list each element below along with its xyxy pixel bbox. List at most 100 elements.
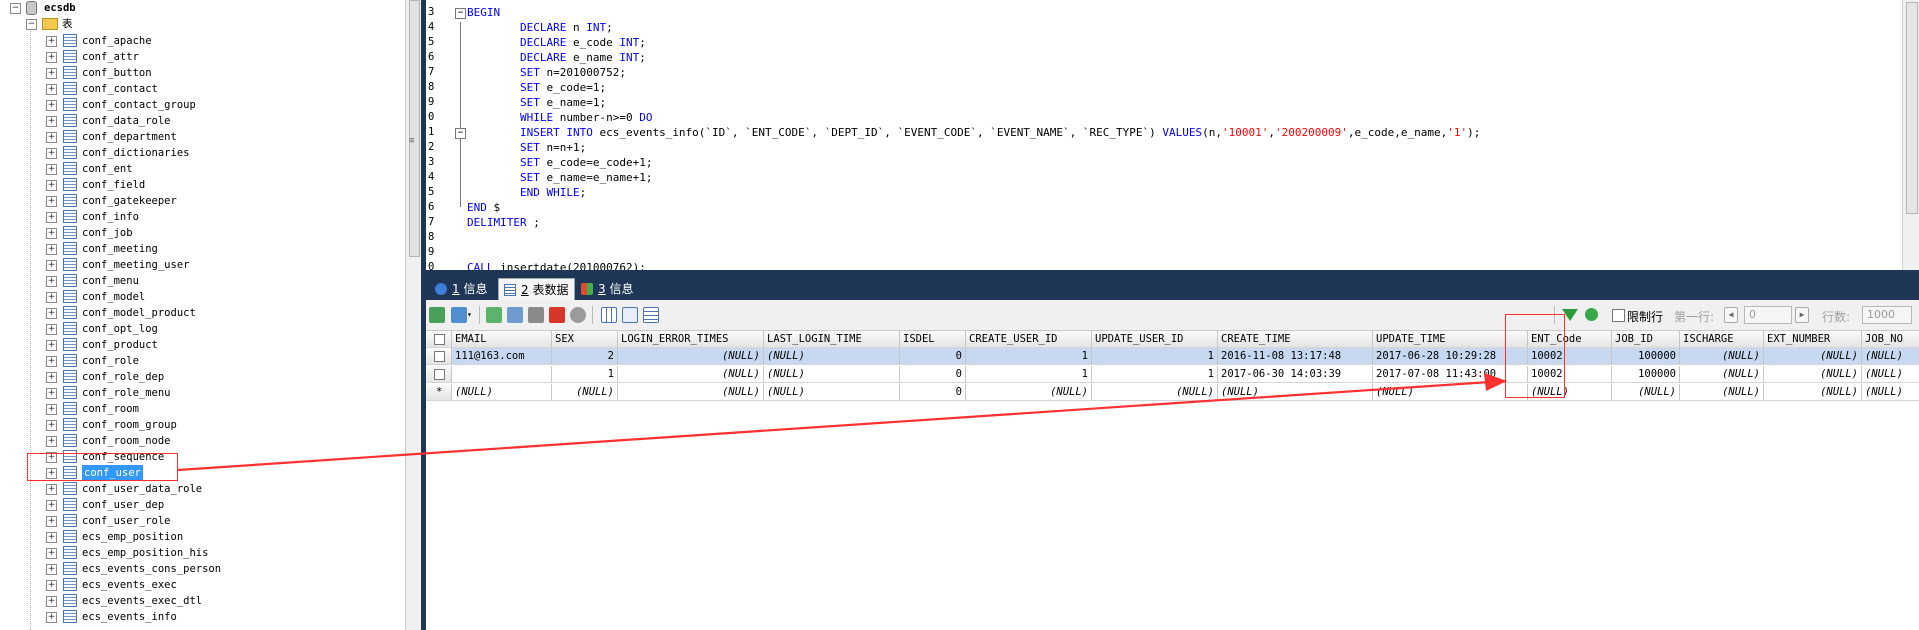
grid-cell[interactable]: 100000 — [1612, 366, 1680, 383]
tree-table-item[interactable]: + conf_room_node — [46, 433, 346, 449]
column-header[interactable]: EMAIL — [452, 331, 552, 348]
expand-icon[interactable]: + — [46, 100, 57, 111]
expand-icon[interactable]: + — [46, 292, 57, 303]
tree-table-item[interactable]: + conf_user_data_role — [46, 481, 346, 497]
grid-cell[interactable]: 1 — [1092, 348, 1218, 365]
code-line[interactable]: SET e_code=1; — [467, 80, 606, 95]
tree-table-item[interactable]: + conf_room_group — [46, 417, 346, 433]
code-line[interactable]: SET n=n+1; — [467, 140, 586, 155]
tree-table-item[interactable]: + conf_gatekeeper — [46, 193, 346, 209]
grid-cell[interactable]: 2016-11-08 13:17:48 — [1218, 348, 1373, 365]
grid-cell[interactable]: (NULL) — [1092, 384, 1218, 401]
column-header[interactable]: ISDEL — [900, 331, 966, 348]
code-line[interactable]: INSERT INTO ecs_events_info(`ID`, `ENT_C… — [467, 125, 1480, 140]
tree-table-item[interactable]: + conf_role — [46, 353, 346, 369]
tree-table-item[interactable]: + conf_model_product — [46, 305, 346, 321]
column-header[interactable]: CREATE_TIME — [1218, 331, 1373, 348]
code-line[interactable]: END WHILE; — [467, 185, 586, 200]
grid-cell[interactable]: (NULL) — [1680, 366, 1764, 383]
expand-icon[interactable]: + — [46, 564, 57, 575]
tree-table-item[interactable]: + conf_product — [46, 337, 346, 353]
grid-cell[interactable]: (NULL) — [1680, 384, 1764, 401]
expand-icon[interactable]: + — [46, 84, 57, 95]
tree-node-tables-folder[interactable]: − 表 — [26, 16, 326, 32]
grid-cell[interactable]: (NULL) — [618, 366, 764, 383]
grid-cell[interactable]: (NULL) — [764, 366, 900, 383]
sql-editor[interactable]: 345678901234567890 BEGIN DECLARE n INT; … — [426, 0, 1902, 270]
expand-icon[interactable]: + — [46, 276, 57, 287]
tree-table-item[interactable]: + conf_opt_log — [46, 321, 346, 337]
tree-table-item[interactable]: + ecs_emp_position — [46, 529, 346, 545]
code-line[interactable]: WHILE number-n>=0 DO — [467, 110, 652, 125]
refresh-icon[interactable] — [1585, 308, 1598, 321]
expand-icon[interactable]: + — [46, 548, 57, 559]
duplicate-row-icon[interactable] — [507, 307, 523, 323]
grid-cell[interactable]: (NULL) — [1862, 348, 1919, 365]
column-header[interactable]: LOGIN_ERROR_TIMES — [618, 331, 764, 348]
expand-icon[interactable]: + — [46, 244, 57, 255]
code-line[interactable]: CALL insertdate(201000762); — [467, 260, 646, 270]
tree-table-item[interactable]: + conf_user_dep — [46, 497, 346, 513]
cancel-icon[interactable] — [570, 307, 586, 323]
expand-icon[interactable]: + — [46, 436, 57, 447]
expand-icon[interactable]: + — [46, 148, 57, 159]
grid-cell[interactable]: 100000 — [1612, 348, 1680, 365]
column-header[interactable]: JOB_ID — [1612, 331, 1680, 348]
grid-cell[interactable]: (NULL) — [552, 384, 618, 401]
prev-page-icon[interactable]: ◀ — [1724, 307, 1738, 323]
grid-cell[interactable]: 2 — [552, 348, 618, 365]
expand-icon[interactable]: + — [46, 324, 57, 335]
expand-icon[interactable]: + — [46, 180, 57, 191]
tree-table-item[interactable]: + conf_button — [46, 65, 346, 81]
grid-cell[interactable]: (NULL) — [618, 348, 764, 365]
tree-table-item[interactable]: + conf_attr — [46, 49, 346, 65]
collapse-icon[interactable]: − — [10, 3, 21, 14]
tree-table-item[interactable]: + conf_room — [46, 401, 346, 417]
tab-table-data[interactable]: 2 表数据 — [498, 278, 576, 301]
first-row-input[interactable]: 0 — [1744, 306, 1792, 324]
grid-cell[interactable]: 1 — [1092, 366, 1218, 383]
grid-cell[interactable]: (NULL) — [1680, 348, 1764, 365]
text-view-icon[interactable] — [643, 307, 659, 323]
tree-table-item[interactable]: + ecs_events_info — [46, 609, 346, 625]
editor-scrollbar[interactable] — [1902, 0, 1919, 270]
tree-table-item[interactable]: + conf_contact — [46, 81, 346, 97]
code-line[interactable]: END $ — [467, 200, 500, 215]
grid-cell[interactable]: 1 — [552, 366, 618, 383]
dropdown-arrow-icon[interactable]: ▾ — [467, 307, 475, 323]
save-icon[interactable] — [528, 307, 544, 323]
tree-table-item[interactable]: + conf_apache — [46, 33, 346, 49]
expand-icon[interactable]: + — [46, 612, 57, 623]
expand-icon[interactable]: + — [46, 500, 57, 511]
collapse-icon[interactable]: − — [26, 19, 37, 30]
grid-cell[interactable]: (NULL) — [966, 384, 1092, 401]
tree-table-item[interactable]: + conf_data_role — [46, 113, 346, 129]
grid-cell[interactable]: (NULL) — [1612, 384, 1680, 401]
delete-icon[interactable] — [549, 307, 565, 323]
grid-cell[interactable]: (NULL) — [1218, 384, 1373, 401]
expand-icon[interactable]: + — [46, 260, 57, 271]
grid-view-icon[interactable] — [601, 307, 617, 323]
expand-icon[interactable]: + — [46, 132, 57, 143]
code-line[interactable]: DECLARE n INT; — [467, 20, 613, 35]
code-line[interactable]: DELIMITER ; — [467, 215, 540, 230]
expand-icon[interactable]: + — [46, 388, 57, 399]
expand-icon[interactable]: + — [46, 36, 57, 47]
grid-cell[interactable]: (NULL) — [1862, 366, 1919, 383]
tree-scrollbar-thumb[interactable] — [409, 0, 420, 257]
tree-table-item[interactable]: + ecs_events_cons_person — [46, 561, 346, 577]
grid-cell[interactable]: (NULL) — [1764, 348, 1862, 365]
grid-cell[interactable]: 1 — [966, 348, 1092, 365]
code-line[interactable]: SET e_name=1; — [467, 95, 606, 110]
code-line[interactable]: SET e_name=e_name+1; — [467, 170, 652, 185]
tab-info-1[interactable]: 1 信息 — [430, 278, 493, 300]
grid-cell[interactable]: 0 — [900, 348, 966, 365]
tree-table-item[interactable]: + conf_user_role — [46, 513, 346, 529]
row-checkbox[interactable] — [434, 351, 445, 362]
rows-count-input[interactable]: 1000 — [1862, 306, 1912, 324]
column-header[interactable]: ISCHARGE — [1680, 331, 1764, 348]
grid-cell[interactable]: (NULL) — [452, 384, 552, 401]
fold-toggle-icon[interactable]: − — [455, 128, 466, 139]
expand-icon[interactable]: + — [46, 308, 57, 319]
grid-cell[interactable]: 2017-06-30 14:03:39 — [1218, 366, 1373, 383]
